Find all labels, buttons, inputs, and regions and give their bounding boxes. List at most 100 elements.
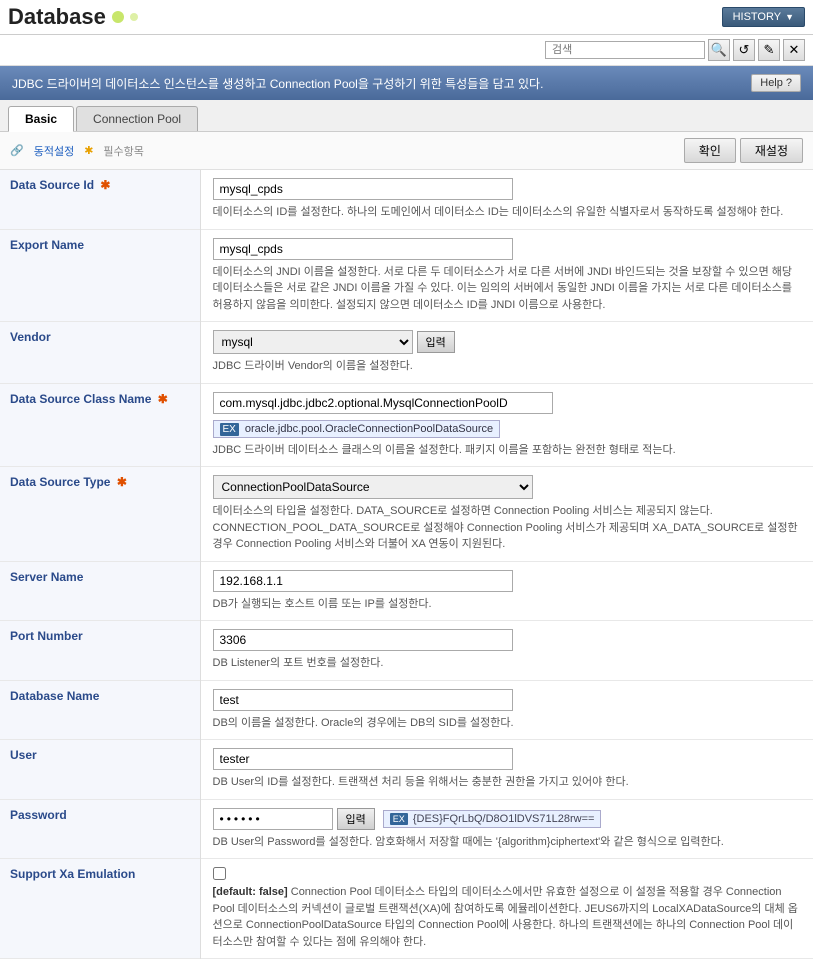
tab-basic[interactable]: Basic	[8, 106, 74, 132]
label-data-source-class-name: Data Source Class Name ✱	[0, 383, 200, 467]
title-dot1	[112, 11, 124, 23]
label-password: Password	[0, 799, 200, 859]
action-bar: 🔗 동적설정 ✱ 필수항목 확인 재설정	[0, 132, 813, 170]
value-data-source-id: 데이터소스의 ID를 설정한다. 하나의 도메인에서 데이터소스 ID는 데이터…	[200, 170, 813, 229]
dynamic-setting-icon: 🔗	[10, 144, 24, 157]
tab-connection-pool[interactable]: Connection Pool	[76, 106, 198, 131]
server-name-input[interactable]	[213, 570, 513, 592]
vendor-row: mysql oracle db2 mssql 입력	[213, 330, 802, 354]
required-star-id: ✱	[100, 178, 110, 192]
password-input-button[interactable]: 입력	[337, 808, 375, 830]
desc-support-xa-emulation: [default: false] Connection Pool 데이터소스 타…	[213, 884, 802, 950]
title-dot2	[130, 13, 138, 21]
label-user: User	[0, 740, 200, 800]
password-row: 입력 EX {DES}FQrLbQ/D8O1lDVS71L28rw==	[213, 808, 802, 830]
action-left: 🔗 동적설정 ✱ 필수항목	[10, 143, 144, 159]
search-input[interactable]	[545, 41, 705, 59]
action-right: 확인 재설정	[684, 138, 803, 163]
reset-button[interactable]: 재설정	[740, 138, 803, 163]
label-server-name: Server Name	[0, 561, 200, 621]
data-source-id-input[interactable]	[213, 178, 513, 200]
value-vendor: mysql oracle db2 mssql 입력 JDBC 드라이버 Vend…	[200, 322, 813, 384]
row-password: Password 입력 EX {DES}FQrLbQ/D8O1lDVS71L28…	[0, 799, 813, 859]
row-data-source-class-name: Data Source Class Name ✱ EX oracle.jdbc.…	[0, 383, 813, 467]
desc-export-name: 데이터소스의 JNDI 이름을 설정한다. 서로 다른 두 데이터소스가 서로 …	[213, 264, 802, 314]
class-hint: EX oracle.jdbc.pool.OracleConnectionPool…	[213, 420, 501, 438]
data-source-class-name-input[interactable]	[213, 392, 553, 414]
value-export-name: 데이터소스의 JNDI 이름을 설정한다. 서로 다른 두 데이터소스가 서로 …	[200, 229, 813, 322]
required-star-class: ✱	[158, 392, 168, 406]
search-button[interactable]: 🔍	[708, 39, 730, 61]
user-input[interactable]	[213, 748, 513, 770]
value-data-source-type: ConnectionPoolDataSource DataSource XADa…	[200, 467, 813, 562]
form-table: Data Source Id ✱ 데이터소스의 ID를 설정한다. 하나의 도메…	[0, 170, 813, 959]
checkbox-row-xa	[213, 867, 802, 880]
database-name-input[interactable]	[213, 689, 513, 711]
help-label: Help	[760, 77, 783, 89]
support-xa-emulation-checkbox[interactable]	[213, 867, 226, 880]
dynamic-setting-label: 동적설정	[34, 143, 74, 159]
default-false-label: [default: false]	[213, 886, 288, 898]
desc-port-number: DB Listener의 포트 번호를 설정한다.	[213, 655, 802, 672]
info-text: JDBC 드라이버의 데이터소스 인스턴스를 생성하고 Connection P…	[12, 75, 543, 92]
desc-database-name: DB의 이름을 설정한다. Oracle의 경우에는 DB의 SID를 설정한다…	[213, 715, 802, 732]
vendor-select[interactable]: mysql oracle db2 mssql	[213, 330, 413, 354]
encrypted-hint: EX {DES}FQrLbQ/D8O1lDVS71L28rw==	[383, 810, 602, 828]
label-support-xa-emulation: Support Xa Emulation	[0, 859, 200, 959]
desc-data-source-type: 데이터소스의 타입을 설정한다. DATA_SOURCE로 설정하면 Conne…	[213, 503, 802, 553]
value-data-source-class-name: EX oracle.jdbc.pool.OracleConnectionPool…	[200, 383, 813, 467]
label-data-source-id: Data Source Id ✱	[0, 170, 200, 229]
row-data-source-type: Data Source Type ✱ ConnectionPoolDataSou…	[0, 467, 813, 562]
content-area: 🔗 동적설정 ✱ 필수항목 확인 재설정 Data Source Id ✱ 데이…	[0, 132, 813, 959]
row-data-source-id: Data Source Id ✱ 데이터소스의 ID를 설정한다. 하나의 도메…	[0, 170, 813, 229]
question-icon: ?	[786, 77, 792, 89]
required-star-type: ✱	[117, 475, 127, 489]
data-source-type-select[interactable]: ConnectionPoolDataSource DataSource XADa…	[213, 475, 533, 499]
vendor-input-button[interactable]: 입력	[417, 331, 455, 353]
row-support-xa-emulation: Support Xa Emulation [default: false] Co…	[0, 859, 813, 959]
ex-tag-class: EX	[220, 423, 239, 436]
desc-password: DB User의 Password를 설정한다. 암호화해서 저장할 때에는 '…	[213, 834, 802, 851]
page-title: Database	[8, 4, 138, 30]
label-data-source-type: Data Source Type ✱	[0, 467, 200, 562]
value-database-name: DB의 이름을 설정한다. Oracle의 경우에는 DB의 SID를 설정한다…	[200, 680, 813, 740]
help-button[interactable]: Help ?	[751, 74, 801, 92]
required-star-icon: ✱	[84, 144, 93, 157]
history-button[interactable]: HISTORY	[722, 7, 805, 27]
row-export-name: Export Name 데이터소스의 JNDI 이름을 설정한다. 서로 다른 …	[0, 229, 813, 322]
tabs-container: Basic Connection Pool	[0, 100, 813, 132]
delete-button[interactable]: ✕	[783, 39, 805, 61]
label-port-number: Port Number	[0, 621, 200, 681]
password-input[interactable]	[213, 808, 333, 830]
row-server-name: Server Name DB가 실행되는 호스트 이름 또는 IP를 설정한다.	[0, 561, 813, 621]
row-user: User DB User의 ID를 설정한다. 트랜잭션 처리 등을 위해서는 …	[0, 740, 813, 800]
refresh-button[interactable]: ↺	[733, 39, 755, 61]
export-name-input[interactable]	[213, 238, 513, 260]
confirm-button[interactable]: 확인	[684, 138, 736, 163]
row-port-number: Port Number DB Listener의 포트 번호를 설정한다.	[0, 621, 813, 681]
desc-user: DB User의 ID를 설정한다. 트랜잭션 처리 등을 위해서는 충분한 권…	[213, 774, 802, 791]
support-xa-desc-text: Connection Pool 데이터소스 타입의 데이터소스에서만 유효한 설…	[213, 886, 798, 948]
port-number-input[interactable]	[213, 629, 513, 651]
required-items-label: 필수항목	[103, 143, 143, 159]
label-vendor: Vendor	[0, 322, 200, 384]
value-support-xa-emulation: [default: false] Connection Pool 데이터소스 타…	[200, 859, 813, 959]
top-bar: Database HISTORY	[0, 0, 813, 35]
desc-data-source-id: 데이터소스의 ID를 설정한다. 하나의 도메인에서 데이터소스 ID는 데이터…	[213, 204, 802, 221]
toolbar: 🔍 ↺ ✎ ✕	[0, 35, 813, 66]
info-bar: JDBC 드라이버의 데이터소스 인스턴스를 생성하고 Connection P…	[0, 66, 813, 100]
desc-data-source-class-name: JDBC 드라이버 데이터소스 클래스의 이름을 설정한다. 패키지 이름을 포…	[213, 442, 802, 459]
desc-server-name: DB가 실행되는 호스트 이름 또는 IP를 설정한다.	[213, 596, 802, 613]
value-password: 입력 EX {DES}FQrLbQ/D8O1lDVS71L28rw== DB U…	[200, 799, 813, 859]
edit-button[interactable]: ✎	[758, 39, 780, 61]
value-user: DB User의 ID를 설정한다. 트랜잭션 처리 등을 위해서는 충분한 권…	[200, 740, 813, 800]
label-export-name: Export Name	[0, 229, 200, 322]
value-server-name: DB가 실행되는 호스트 이름 또는 IP를 설정한다.	[200, 561, 813, 621]
label-database-name: Database Name	[0, 680, 200, 740]
desc-vendor: JDBC 드라이버 Vendor의 이름을 설정한다.	[213, 358, 802, 375]
link-icon-password: EX	[390, 813, 408, 825]
row-vendor: Vendor mysql oracle db2 mssql 입력 JDBC 드라…	[0, 322, 813, 384]
row-database-name: Database Name DB의 이름을 설정한다. Oracle의 경우에는…	[0, 680, 813, 740]
value-port-number: DB Listener의 포트 번호를 설정한다.	[200, 621, 813, 681]
title-text: Database	[8, 4, 106, 30]
